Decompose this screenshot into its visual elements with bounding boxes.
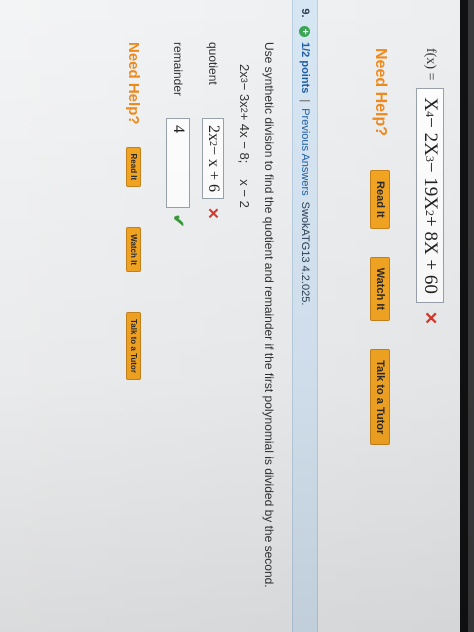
question-code: SwokATG13 4.2.025. bbox=[299, 201, 311, 306]
quotient-input[interactable]: 2x 2 − x + 6 bbox=[202, 118, 224, 200]
quotient-row: quotient 2x 2 − x + 6 ✕ bbox=[202, 42, 224, 220]
talk-to-tutor-button[interactable]: Talk to a Tutor bbox=[370, 349, 390, 446]
fx-label: f(x) = bbox=[423, 48, 438, 81]
quotient-label: quotient bbox=[206, 42, 220, 85]
remainder-row: remainder 4 ✔ bbox=[166, 42, 190, 227]
check-mark-icon: ✔ bbox=[169, 214, 186, 228]
instruction-text: Use synthetic division to find the quoti… bbox=[262, 42, 276, 588]
remainder-label: remainder bbox=[171, 42, 185, 97]
talk-to-tutor-button[interactable]: Talk to a Tutor bbox=[126, 312, 141, 380]
assignment-page: f(x) = X4 − 2X 3 − 19X 2 + 8X + 60 ✕ Need … bbox=[0, 0, 460, 632]
remainder-input[interactable]: 4 bbox=[166, 118, 190, 208]
prev-help-row: Need Help? Read It Watch It Talk to a Tu… bbox=[370, 48, 390, 446]
x-mark-icon: ✕ bbox=[204, 207, 221, 220]
rotated-screen: f(x) = X4 − 2X 3 − 19X 2 + 8X + 60 ✕ Need … bbox=[0, 0, 474, 632]
divisor: x − 2 bbox=[237, 179, 252, 208]
read-it-button[interactable]: Read It bbox=[370, 170, 390, 229]
watch-it-button[interactable]: Watch It bbox=[370, 256, 390, 322]
plus-circle-icon: + bbox=[299, 26, 311, 37]
question-header: 9. + 1/2 points | Previous Answers SwokA… bbox=[292, 0, 318, 632]
need-help-label: Need Help? bbox=[125, 42, 142, 125]
need-help-label: Need Help? bbox=[372, 48, 389, 137]
help-row: Need Help? Read It Watch It Talk to a Tu… bbox=[125, 42, 142, 380]
points-link[interactable]: 1/2 points bbox=[299, 42, 311, 93]
separator: | bbox=[299, 99, 311, 103]
read-it-button[interactable]: Read It bbox=[126, 146, 141, 188]
question-number: 9. bbox=[299, 8, 311, 18]
prev-answer-row: f(x) = X4 − 2X 3 − 19X 2 + 8X + 60 ✕ bbox=[416, 48, 444, 325]
previous-answers-link[interactable]: Previous Answers bbox=[299, 108, 311, 195]
x-mark-icon: ✕ bbox=[421, 310, 440, 326]
watch-it-button[interactable]: Watch It bbox=[126, 227, 141, 272]
polynomial-row: 2x 3 − 3x 2 + 4x − 8; x − 2 bbox=[237, 64, 252, 208]
prev-answer-box[interactable]: X4 − 2X 3 − 19X 2 + 8X + 60 bbox=[416, 88, 444, 303]
